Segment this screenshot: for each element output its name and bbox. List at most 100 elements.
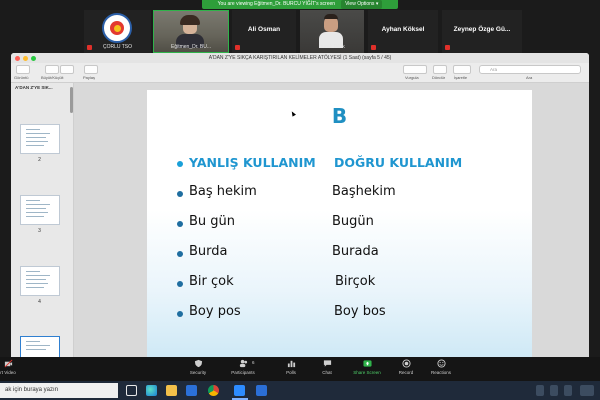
correct-word: Boy bos	[334, 304, 386, 319]
muted-mic-icon	[235, 45, 240, 50]
reactions-button[interactable]: Reactions	[421, 359, 461, 375]
participant-tile-zeynep[interactable]: Zeynep Özge Gü...	[442, 10, 522, 53]
search-label: Ara	[526, 75, 533, 80]
share-label: Paylaş	[83, 75, 96, 80]
wrong-word: Bu gün	[189, 214, 236, 229]
page-thumbnail[interactable]	[20, 266, 60, 296]
correct-word: Başhekim	[332, 184, 396, 199]
share-screen-button[interactable]: Share Screen	[347, 359, 387, 375]
screen-share-banner: You are viewing Eğitmen_Dr. BURCU YİĞİT'…	[202, 0, 398, 9]
correct-word: Bugün	[332, 214, 374, 229]
bullet-icon	[177, 161, 183, 167]
page-number: 3	[38, 228, 41, 234]
participants-button[interactable]: Participants	[223, 359, 263, 375]
wrong-usage-header: YANLIŞ KULLANIM	[189, 155, 316, 170]
participants-count: 6	[252, 360, 255, 365]
sidebar-toggle-button[interactable]	[16, 65, 30, 74]
wrong-word: Baş hekim	[189, 184, 257, 199]
participant-name: ÇORLU TSO	[102, 44, 133, 50]
sidebar-title: A'DAN Z'YE SIK...	[15, 85, 53, 90]
search-input[interactable]: Ara	[479, 65, 581, 74]
video-camera-icon	[4, 359, 12, 368]
share-screen-icon	[362, 360, 372, 367]
wrong-word: Bir çok	[189, 274, 234, 289]
participant-name: Zeynep Özge Gü...	[453, 26, 511, 33]
markup-label: İşaretle	[454, 75, 468, 80]
slide-page: B YANLIŞ KULLANIM DOĞRU KULLANIM Baş hek…	[147, 90, 532, 357]
polls-icon	[287, 360, 295, 368]
document-title: A'DAN Z'YE SIKÇA KARIŞTIRILAN KELİMELER …	[208, 55, 392, 61]
banner-text: You are viewing Eğitmen_Dr. BURCU YİĞİT'…	[217, 1, 336, 7]
chat-icon	[323, 360, 331, 367]
page-thumbnail[interactable]	[20, 124, 60, 154]
bullet-icon	[177, 221, 183, 227]
highlight-label: Vurgula	[405, 75, 419, 80]
view-options-button[interactable]: View Options ▾	[341, 0, 383, 9]
correct-usage-header: DOĞRU KULLANIM	[334, 155, 463, 170]
record-icon	[401, 359, 411, 368]
zoom-in-button[interactable]	[60, 65, 74, 74]
share-button[interactable]	[84, 65, 98, 74]
page-thumbnail[interactable]	[20, 195, 60, 225]
edge-browser-icon[interactable]	[146, 385, 157, 396]
zoom-window-button[interactable]	[31, 55, 36, 61]
participant-name: Ayhan Köksel	[381, 26, 425, 33]
participant-tile-burak[interactable]: Burak Dilek	[300, 10, 364, 53]
zoom-app-icon[interactable]	[234, 385, 245, 396]
page-thumbnail-current[interactable]	[20, 336, 60, 357]
rotate-label: Döndür	[432, 75, 446, 80]
muted-mic-icon	[445, 45, 450, 50]
taskbar-search-input[interactable]: ak için buraya yazın	[0, 383, 118, 398]
system-tray-icon[interactable]	[536, 385, 544, 396]
participants-icon	[239, 359, 247, 368]
corlu-tso-logo	[102, 13, 132, 43]
bullet-icon	[177, 251, 183, 257]
start-video-button[interactable]: rt Video	[0, 359, 28, 375]
participant-tile-ayhan[interactable]: Ayhan Köksel	[368, 10, 438, 53]
record-button[interactable]: Record	[386, 359, 426, 375]
zoom-out-button[interactable]	[45, 65, 59, 74]
rotate-button[interactable]	[433, 65, 447, 74]
wrong-word: Boy pos	[189, 304, 241, 319]
correct-word: Birçok	[335, 274, 376, 289]
zoom-label: Büyüt/Küçült	[41, 75, 64, 80]
highlight-button[interactable]	[403, 65, 427, 74]
markup-button[interactable]	[453, 65, 471, 74]
participant-tile-ali[interactable]: Ali Osman	[232, 10, 296, 53]
polls-button[interactable]: Polls	[271, 359, 311, 375]
close-window-button[interactable]	[15, 55, 20, 61]
bullet-icon	[177, 281, 183, 287]
wrong-word: Burda	[189, 244, 228, 259]
windows-taskbar: ak için buraya yazın	[0, 381, 600, 400]
file-explorer-icon[interactable]	[166, 385, 177, 396]
window-title-bar: A'DAN Z'YE SIKÇA KARIŞTIRILAN KELİMELER …	[11, 53, 589, 63]
sidebar-scrollbar[interactable]	[70, 87, 73, 113]
participant-tile-egitmen[interactable]: Eğitmen_Dr. BU...	[153, 10, 229, 53]
language-indicator[interactable]	[580, 385, 594, 396]
view-label: Görüntü	[14, 75, 29, 80]
volume-icon[interactable]	[564, 385, 572, 396]
shield-icon	[194, 359, 202, 368]
minimize-window-button[interactable]	[23, 55, 28, 61]
bullet-icon	[177, 191, 183, 197]
bullet-icon	[177, 311, 183, 317]
slide-letter-heading: B	[331, 104, 348, 128]
correct-word: Burada	[332, 244, 379, 259]
participant-name: Ali Osman	[247, 26, 281, 33]
security-button[interactable]: Security	[178, 359, 218, 375]
task-view-icon[interactable]	[126, 385, 137, 396]
word-icon[interactable]	[256, 385, 267, 396]
participant-tile-corlu[interactable]: ÇORLU TSO	[84, 10, 151, 53]
participant-name: Burak Dilek	[319, 44, 345, 50]
chrome-icon[interactable]	[208, 385, 219, 396]
outlook-icon[interactable]	[186, 385, 197, 396]
participant-name: Eğitmen_Dr. BU...	[170, 44, 211, 50]
page-number: 2	[38, 157, 41, 163]
page-thumbnails-sidebar: A'DAN Z'YE SIK... 2 3 4	[11, 83, 74, 357]
preview-toolbar: Görüntü Büyüt/Küçült Paylaş Vurgula Dönd…	[11, 63, 589, 83]
network-icon[interactable]	[550, 385, 558, 396]
page-number: 4	[38, 299, 41, 305]
chat-button[interactable]: Chat	[307, 359, 347, 375]
preview-window: A'DAN Z'YE SIKÇA KARIŞTIRILAN KELİMELER …	[11, 53, 589, 357]
smiley-icon	[436, 359, 446, 368]
